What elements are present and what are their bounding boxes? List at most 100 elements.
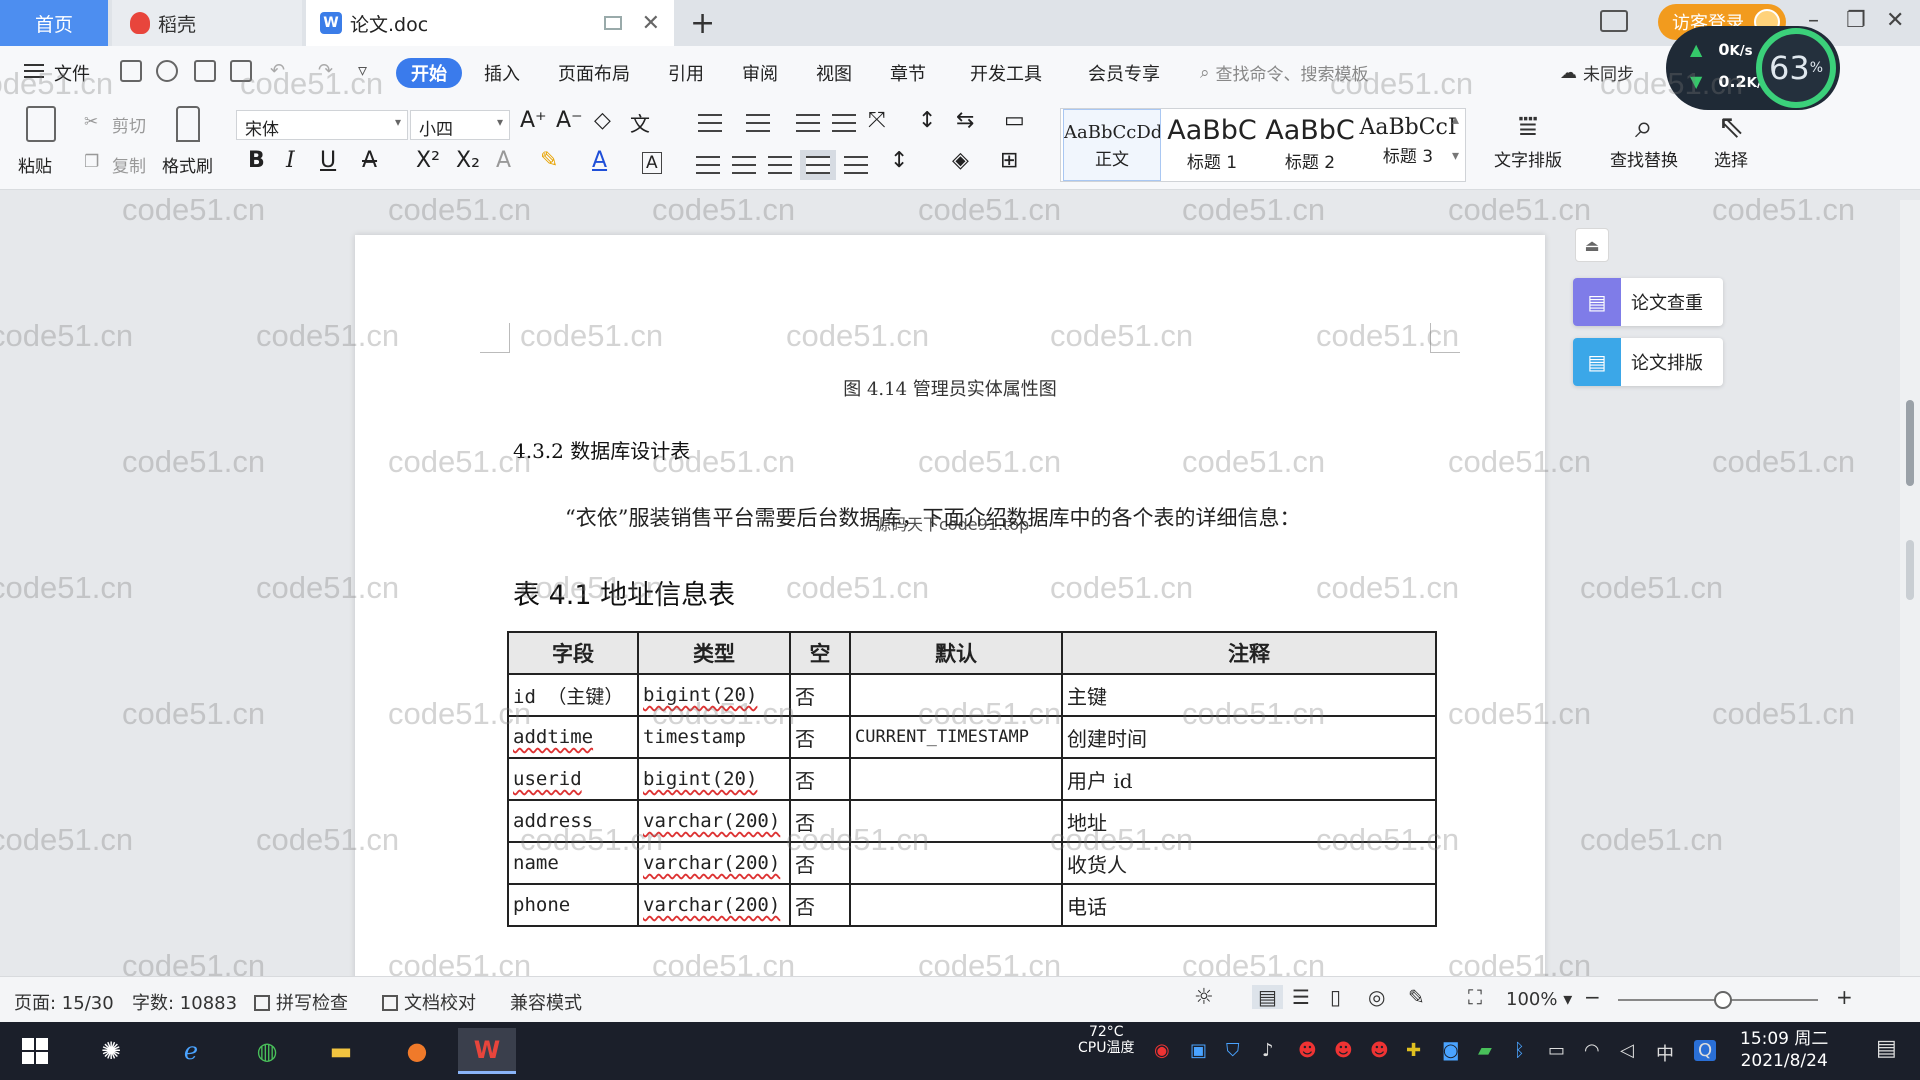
outline-view-icon[interactable]: ☰ (1292, 985, 1310, 1009)
menu-chapter[interactable]: 章节 (890, 60, 926, 86)
font-name-select[interactable]: 宋体 (236, 110, 408, 140)
justify-icon[interactable] (800, 150, 836, 180)
shield-icon[interactable]: ⛉ (1226, 1040, 1240, 1061)
menu-member[interactable]: 会员专享 (1088, 60, 1160, 86)
page-indicator[interactable]: 页面: 15/30 (14, 989, 114, 1015)
numbered-list-icon[interactable] (746, 114, 770, 132)
tab-document[interactable]: W 论文.doc ✕ (306, 0, 674, 46)
float-window-icon[interactable] (604, 16, 622, 30)
bold-icon[interactable]: B (248, 148, 265, 173)
vertical-scrollbar[interactable] (1900, 200, 1920, 976)
tab-home[interactable]: 首页 (0, 0, 108, 46)
highlight-icon[interactable]: ✎ (540, 148, 558, 173)
style-scroll-down-icon[interactable]: ▾ (1452, 148, 1459, 164)
copy-button[interactable]: 复制 (112, 152, 146, 177)
align-right-icon[interactable] (768, 156, 792, 174)
undo-icon[interactable]: ↶ (270, 60, 285, 81)
web-view-icon[interactable]: ◎ (1368, 985, 1385, 1009)
paste-icon[interactable] (26, 106, 56, 142)
style-scroll-up-icon[interactable]: ▴ (1452, 112, 1459, 128)
font-color-icon[interactable]: A (592, 148, 607, 173)
fit-page-icon[interactable]: ⛶ (1468, 985, 1482, 1009)
tab-daoke[interactable]: 稻壳 (112, 0, 302, 46)
font-size-select[interactable]: 小四 (410, 110, 510, 140)
zoom-in-icon[interactable]: + (1836, 985, 1853, 1009)
shading-icon[interactable]: ◈ (952, 148, 969, 173)
cut-icon[interactable]: ✂ (84, 112, 98, 132)
windows-start-icon[interactable] (22, 1038, 48, 1064)
document-page[interactable]: 图 4.14 管理员实体属性图 4.3.2 数据库设计表 “衣依”服装销售平台需… (355, 235, 1545, 976)
print-icon[interactable] (194, 60, 216, 82)
ie-browser-icon[interactable]: ℯ (162, 1028, 220, 1074)
sort-icon[interactable]: ↕ (918, 108, 936, 133)
reading-view-icon[interactable]: ▯ (1330, 985, 1341, 1009)
volume-icon[interactable]: ◁ (1620, 1040, 1634, 1061)
strikethrough-icon[interactable]: A (362, 148, 377, 173)
paper-format-button[interactable]: ▤ 论文排版 (1573, 338, 1723, 386)
distributed-align-icon[interactable] (844, 156, 868, 174)
zoom-slider-handle[interactable] (1714, 991, 1732, 1009)
subscript-icon[interactable]: X₂ (456, 148, 480, 173)
ruler-icon[interactable]: ▭ (1004, 108, 1025, 133)
borders-icon[interactable]: ⊞ (1000, 148, 1018, 173)
eye-protection-icon[interactable]: ☼ (1194, 985, 1214, 1010)
output-icon[interactable] (156, 60, 178, 82)
cut-button[interactable]: 剪切 (112, 112, 146, 137)
collapse-panel-button[interactable]: ⏏ (1575, 228, 1609, 262)
menu-file[interactable]: 文件 (54, 60, 90, 86)
show-marks-icon[interactable]: ⇆ (956, 108, 974, 133)
style-heading-1[interactable]: AaBbC 标题 1 (1163, 109, 1261, 181)
underline-icon[interactable]: U (320, 148, 336, 173)
scrollbar-thumb[interactable] (1906, 400, 1914, 486)
reading-mode-icon[interactable] (1600, 10, 1628, 32)
style-heading-2[interactable]: AaBbC 标题 2 (1261, 109, 1359, 181)
restore-icon[interactable]: ❐ (1846, 8, 1866, 33)
qq-icon[interactable]: ☻ (1370, 1040, 1389, 1061)
superscript-icon[interactable]: X² (416, 148, 440, 173)
action-center-icon[interactable]: ▤ (1876, 1036, 1897, 1061)
close-tab-icon[interactable]: ✕ (642, 11, 660, 36)
format-painter-icon[interactable] (176, 106, 200, 142)
redo-icon[interactable]: ↷ (318, 60, 333, 81)
network-speed-widget[interactable]: ▲ 0K/s ▼ 0.2 K/s 63% (1666, 26, 1840, 110)
line-spacing-icon[interactable]: ↕ (890, 148, 908, 173)
wps-taskbar-icon[interactable]: W (458, 1028, 516, 1074)
wifi-icon[interactable]: ◠ (1584, 1040, 1600, 1061)
tray-app-icon[interactable]: ◉ (1154, 1040, 1170, 1061)
style-normal[interactable]: AaBbCcDd 正文 (1063, 109, 1161, 181)
sync-status[interactable]: ☁ 未同步 (1560, 60, 1634, 86)
chinese-layout-icon[interactable]: ⤧ (868, 108, 886, 133)
align-left-icon[interactable] (696, 156, 720, 174)
paste-button[interactable]: 粘贴 (18, 152, 52, 177)
tray-app-icon[interactable]: ▣ (1190, 1040, 1207, 1061)
shrink-font-icon[interactable]: A⁻ (556, 108, 583, 133)
paper-check-button[interactable]: ▤ 论文查重 (1573, 278, 1723, 326)
file-explorer-icon[interactable]: ▬ (312, 1028, 370, 1074)
new-tab-button[interactable]: + (690, 6, 715, 41)
clear-format-icon[interactable]: ◇ (594, 108, 611, 133)
menu-insert[interactable]: 插入 (484, 60, 520, 86)
ime-app-icon[interactable]: Q (1694, 1040, 1717, 1061)
bullet-list-icon[interactable] (698, 114, 722, 132)
zoom-level[interactable]: 100% ▾ (1506, 989, 1572, 1010)
select-button[interactable]: ⇖ 选择 (1714, 106, 1748, 171)
write-view-icon[interactable]: ✎ (1408, 985, 1425, 1009)
align-center-icon[interactable] (732, 156, 756, 174)
menu-developer[interactable]: 开发工具 (970, 60, 1042, 86)
text-layout-button[interactable]: ⩸ 文字排版 (1494, 106, 1562, 171)
qq-icon[interactable]: ☻ (1334, 1040, 1353, 1061)
increase-indent-icon[interactable] (832, 114, 856, 132)
command-search[interactable]: ⌕ 查找命令、搜索模板 (1200, 60, 1369, 86)
decrease-indent-icon[interactable] (796, 114, 820, 132)
close-window-icon[interactable]: ✕ (1886, 8, 1904, 33)
format-painter-button[interactable]: 格式刷 (162, 152, 213, 177)
menu-icon[interactable] (24, 64, 44, 78)
system-clock[interactable]: 15:09 周二 2021/8/24 (1740, 1028, 1828, 1072)
tray-plus-icon[interactable]: ✚ (1406, 1040, 1421, 1061)
zoom-out-icon[interactable]: − (1584, 985, 1601, 1009)
spell-check-toggle[interactable]: 拼写检查 (254, 989, 348, 1015)
menu-review[interactable]: 审阅 (742, 60, 778, 86)
customize-toolbar-icon[interactable]: ▿ (358, 60, 367, 81)
style-heading-3[interactable]: AaBbCcI 标题 3 (1359, 109, 1457, 181)
nvidia-icon[interactable]: ▰ (1478, 1040, 1492, 1061)
